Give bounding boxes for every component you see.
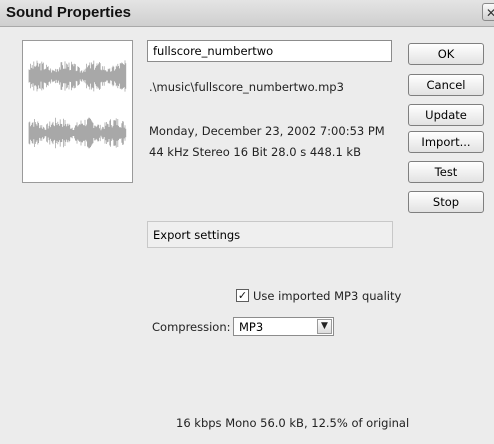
waveform-channel <box>28 60 127 92</box>
waveform-icon <box>28 60 127 149</box>
test-button[interactable]: Test <box>408 161 484 183</box>
use-mp3-quality-checkbox[interactable]: ✓ <box>236 289 249 302</box>
close-icon[interactable]: ✕ <box>482 3 494 21</box>
export-summary: 16 kbps Mono 56.0 kB, 12.5% of original <box>176 416 410 430</box>
sound-name-input[interactable]: fullscore_numbertwo <box>147 40 392 62</box>
sound-format-info: 44 kHz Stereo 16 Bit 28.0 s 448.1 kB <box>149 145 361 159</box>
update-button[interactable]: Update <box>408 104 484 126</box>
ok-button[interactable]: OK <box>408 43 484 65</box>
sound-date: Monday, December 23, 2002 7:00:53 PM <box>149 124 385 138</box>
window-title: Sound Properties <box>6 4 132 21</box>
export-settings-header: Export settings <box>147 221 393 248</box>
cancel-button[interactable]: Cancel <box>408 74 484 96</box>
sound-path: .\music\fullscore_numbertwo.mp3 <box>149 80 344 94</box>
export-settings-label: Export settings <box>153 228 241 242</box>
use-mp3-quality-label: Use imported MP3 quality <box>253 289 402 303</box>
chevron-down-icon[interactable]: ▼ <box>317 319 332 334</box>
import-button[interactable]: Import... <box>408 131 484 153</box>
compression-value: MP3 <box>239 320 264 334</box>
stop-button[interactable]: Stop <box>408 191 484 213</box>
compression-label: Compression: <box>152 320 231 334</box>
compression-select[interactable]: MP3 ▼ <box>233 317 334 336</box>
waveform-preview <box>22 40 133 183</box>
waveform-channel <box>28 117 127 149</box>
title-bar[interactable]: Sound Properties ✕ <box>0 0 494 27</box>
